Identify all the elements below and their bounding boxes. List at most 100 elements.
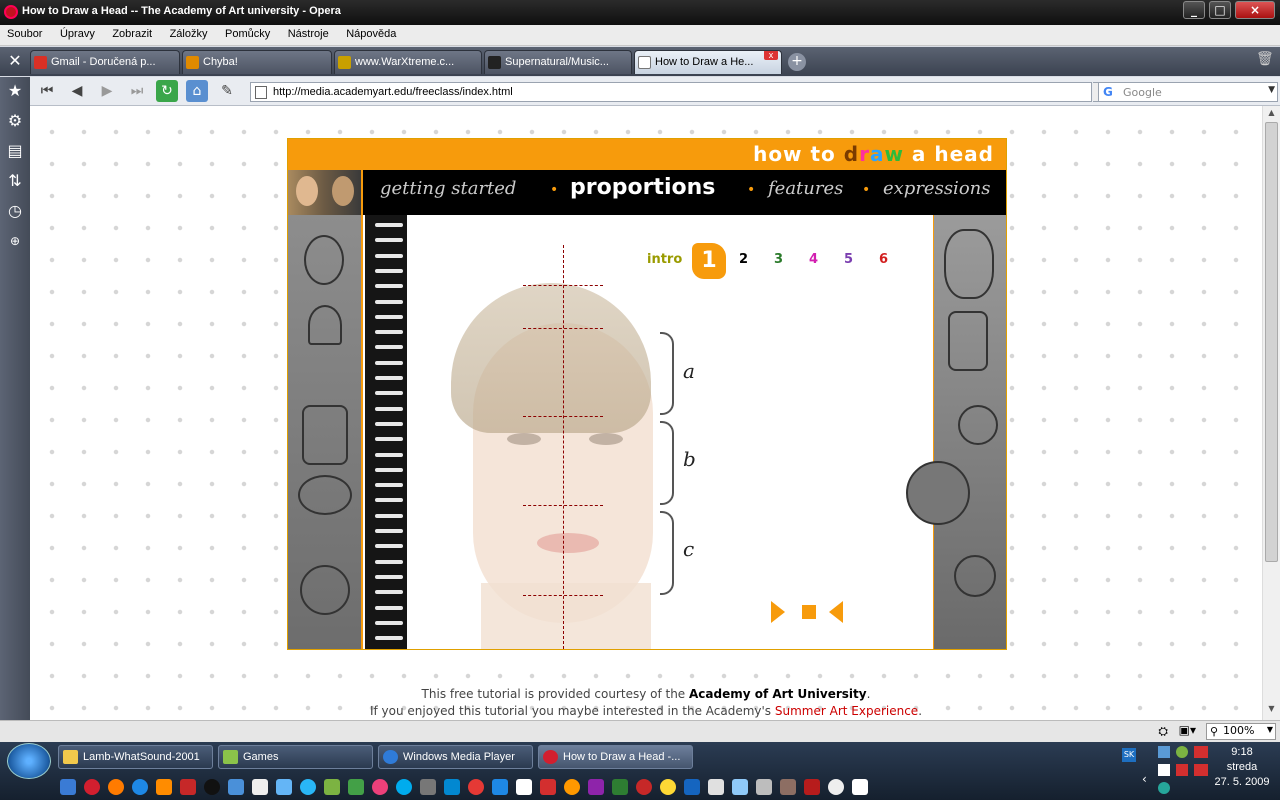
nav-proportions[interactable]: proportions <box>570 175 715 200</box>
opera-icon[interactable] <box>84 779 100 795</box>
tray-app-icon[interactable] <box>1194 764 1208 776</box>
zoom-control[interactable]: ⚲ 100% ▼ <box>1206 723 1276 740</box>
tray-app-icon[interactable] <box>1194 746 1208 758</box>
tab-gmail[interactable]: Gmail - Doručená p... <box>30 50 180 74</box>
app-icon[interactable] <box>516 779 532 795</box>
notes-icon[interactable]: ▤ <box>5 141 25 161</box>
nav-features[interactable]: features <box>768 178 843 199</box>
vlc-icon[interactable] <box>156 779 172 795</box>
fast-forward-icon[interactable]: ⏭ <box>126 80 148 102</box>
tab-chyba[interactable]: Chyba! <box>182 50 332 74</box>
scroll-down-icon[interactable]: ▼ <box>1265 704 1278 713</box>
app-icon[interactable] <box>468 779 484 795</box>
minimize-button[interactable]: _ <box>1183 1 1205 19</box>
menu-zobrazit[interactable]: Zobrazit <box>105 25 159 43</box>
app-icon[interactable] <box>180 779 196 795</box>
rewind-icon[interactable] <box>829 601 843 623</box>
maximize-button[interactable]: □ <box>1209 1 1231 19</box>
tray-app-icon[interactable] <box>1176 746 1188 758</box>
search-dropdown-icon[interactable]: ▼ <box>1268 85 1275 95</box>
app-icon[interactable] <box>564 779 580 795</box>
back-icon[interactable]: ◀ <box>66 80 88 102</box>
app-icon[interactable] <box>684 779 700 795</box>
tab-how-to-draw[interactable]: How to Draw a He... x <box>634 50 782 74</box>
app-icon[interactable] <box>660 779 676 795</box>
app-icon[interactable] <box>852 779 868 795</box>
new-tab-button[interactable]: + <box>788 53 806 71</box>
search-field[interactable]: G Google ▼ <box>1098 82 1278 102</box>
app-icon[interactable] <box>804 779 820 795</box>
step-2[interactable]: 2 <box>739 252 748 267</box>
add-panel-icon[interactable]: ⊕ <box>5 231 25 251</box>
vertical-scrollbar[interactable]: ▲ ▼ <box>1262 106 1280 720</box>
step-3[interactable]: 3 <box>774 252 783 267</box>
app-icon[interactable] <box>732 779 748 795</box>
step-5[interactable]: 5 <box>844 252 853 267</box>
app-icon[interactable] <box>540 779 556 795</box>
tray-app-icon[interactable] <box>1158 782 1170 794</box>
tray-app-icon[interactable] <box>1176 764 1188 776</box>
nav-getting-started[interactable]: getting started <box>380 178 516 199</box>
summer-art-link[interactable]: Summer Art Experience <box>775 704 918 718</box>
app-icon[interactable] <box>708 779 724 795</box>
app-icon[interactable] <box>300 779 316 795</box>
app-icon[interactable] <box>492 779 508 795</box>
menu-zalozky[interactable]: Záložky <box>163 25 215 43</box>
close-button[interactable]: × <box>1235 1 1275 19</box>
home-icon[interactable]: ⌂ <box>186 80 208 102</box>
media-icon[interactable] <box>204 779 220 795</box>
app-icon[interactable] <box>228 779 244 795</box>
app-icon[interactable] <box>252 779 268 795</box>
app-icon[interactable] <box>348 779 364 795</box>
taskbar-item-folder[interactable]: Lamb-WhatSound-2001 <box>58 745 213 769</box>
tray-app-icon[interactable] <box>1158 764 1170 776</box>
menu-upravy[interactable]: Úpravy <box>53 25 102 43</box>
history-clock-icon[interactable]: ◷ <box>5 201 25 221</box>
desktop-icon[interactable] <box>60 779 76 795</box>
app-icon[interactable] <box>756 779 772 795</box>
taskbar-item-media-player[interactable]: Windows Media Player <box>378 745 533 769</box>
app-icon[interactable] <box>636 779 652 795</box>
tab-warxtreme[interactable]: www.WarXtreme.c... <box>334 50 482 74</box>
tab-supernatural[interactable]: Supernatural/Music... <box>484 50 632 74</box>
app-icon[interactable] <box>828 779 844 795</box>
edit-icon[interactable]: ✎ <box>216 80 238 102</box>
skype-icon[interactable] <box>396 779 412 795</box>
rewind-icon[interactable]: ⏮ <box>36 80 58 102</box>
app-icon[interactable] <box>612 779 628 795</box>
step-4[interactable]: 4 <box>809 252 818 267</box>
speed-dial-icon[interactable]: ⛭ <box>1158 724 1168 739</box>
nav-expressions[interactable]: expressions <box>883 178 990 199</box>
reload-icon[interactable]: ↻ <box>156 80 178 102</box>
start-button[interactable] <box>7 743 51 779</box>
menu-soubor[interactable]: Soubor <box>0 25 49 43</box>
gear-icon[interactable]: ⚙ <box>5 111 25 131</box>
bookmarks-star-icon[interactable]: ★ <box>5 81 25 101</box>
tab-close-icon[interactable]: x <box>764 51 778 60</box>
step-intro[interactable]: intro <box>647 252 682 267</box>
academy-link[interactable]: Academy of Art University <box>689 687 867 701</box>
play-icon[interactable] <box>771 601 785 623</box>
camera-icon[interactable]: ▣▾ <box>1179 723 1196 737</box>
ie-icon[interactable] <box>132 779 148 795</box>
firefox-icon[interactable] <box>108 779 124 795</box>
transfers-icon[interactable]: ⇅ <box>5 171 25 191</box>
language-indicator[interactable]: SK <box>1122 748 1136 762</box>
taskbar-item-games[interactable]: Games <box>218 745 373 769</box>
menu-nastroje[interactable]: Nástroje <box>281 25 336 43</box>
menu-pomucky[interactable]: Pomůcky <box>218 25 277 43</box>
stop-icon[interactable] <box>802 605 816 619</box>
step-6[interactable]: 6 <box>879 252 888 267</box>
app-icon[interactable] <box>588 779 604 795</box>
network-icon[interactable] <box>1158 746 1170 758</box>
clock[interactable]: 9:18 streda 27. 5. 2009 <box>1212 745 1272 790</box>
trash-icon[interactable]: 🗑 <box>1256 51 1274 71</box>
address-field[interactable]: http://media.academyart.edu/freeclass/in… <box>250 82 1092 102</box>
forward-icon[interactable]: ▶ <box>96 80 118 102</box>
scroll-thumb[interactable] <box>1265 122 1278 562</box>
app-icon[interactable] <box>372 779 388 795</box>
step-current[interactable]: 1 <box>692 243 726 279</box>
app-icon[interactable] <box>780 779 796 795</box>
tools-icon[interactable]: ✕ <box>4 51 26 73</box>
app-icon[interactable] <box>444 779 460 795</box>
